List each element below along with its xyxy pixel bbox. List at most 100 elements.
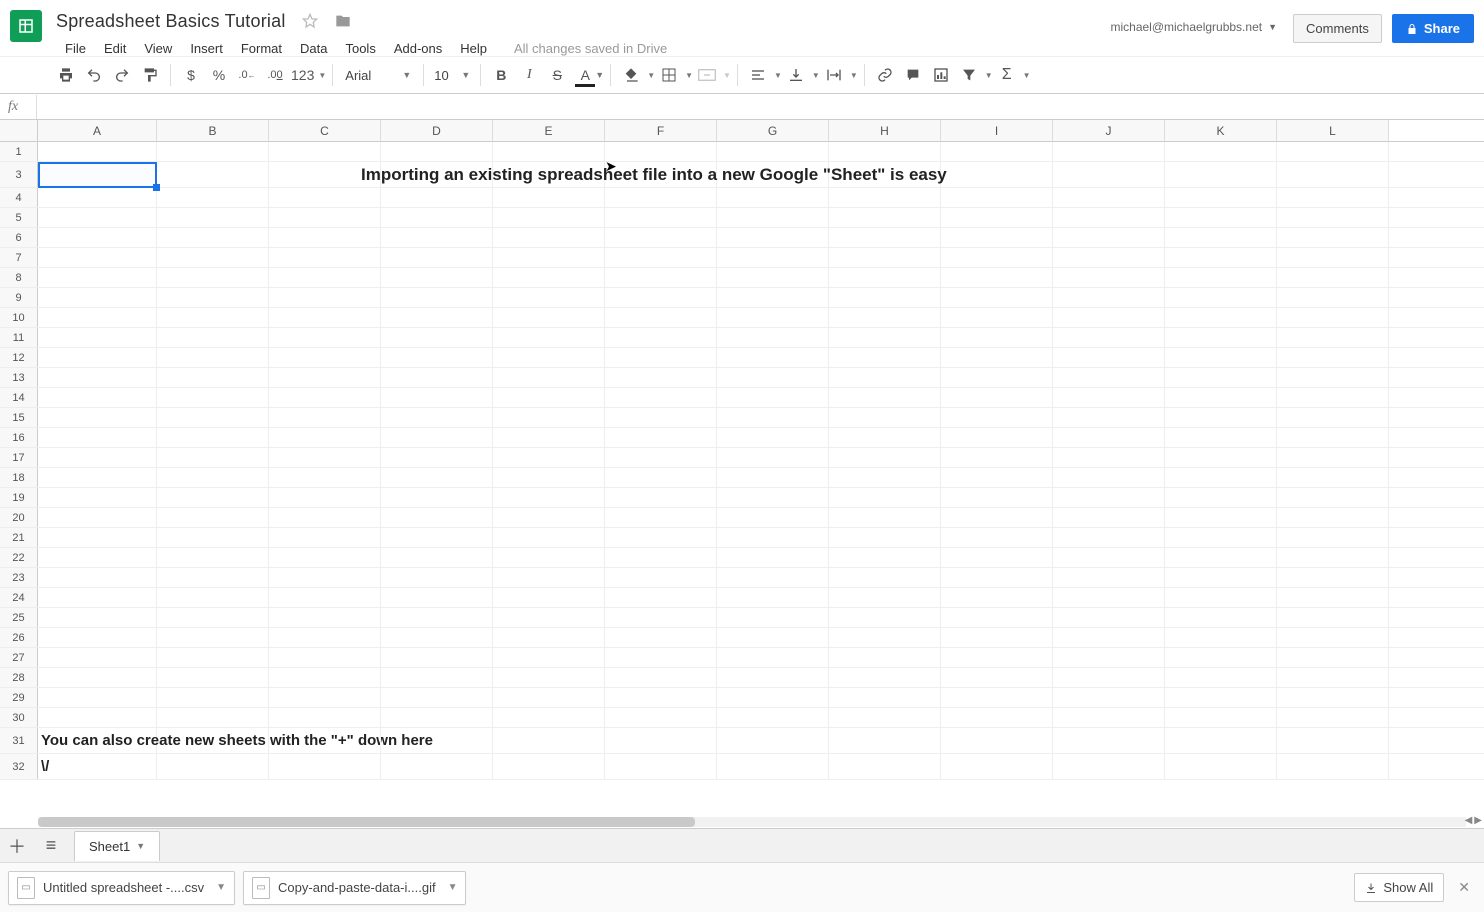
cell[interactable] [1165,408,1277,427]
row-header[interactable]: 15 [0,408,38,427]
column-header-E[interactable]: E [493,120,605,141]
cell[interactable] [381,328,493,347]
cell[interactable] [605,328,717,347]
cell[interactable] [381,728,493,753]
cell[interactable]: Importing an existing spreadsheet file i… [38,162,157,187]
row-header[interactable]: 28 [0,668,38,687]
cell[interactable] [829,228,941,247]
cell[interactable] [941,468,1053,487]
menu-insert[interactable]: Insert [181,41,232,56]
column-header-F[interactable]: F [605,120,717,141]
cell[interactable] [157,648,269,667]
cell[interactable] [1277,528,1389,547]
cell[interactable] [941,268,1053,287]
cell[interactable] [38,188,157,207]
cell[interactable] [381,288,493,307]
cell[interactable] [269,208,381,227]
cell[interactable] [381,388,493,407]
cell[interactable] [269,328,381,347]
cell[interactable] [269,508,381,527]
cell[interactable] [605,188,717,207]
download-chip-gif[interactable]: ▭ Copy-and-paste-data-i....gif ▼ [243,871,466,905]
cell[interactable] [269,568,381,587]
cell[interactable] [269,368,381,387]
cell[interactable] [829,588,941,607]
cell[interactable] [157,608,269,627]
cell[interactable] [1053,754,1165,779]
cell[interactable] [1165,608,1277,627]
cell[interactable] [941,628,1053,647]
row-header[interactable]: 30 [0,708,38,727]
cell[interactable] [1053,508,1165,527]
row-header[interactable]: 32 [0,754,38,779]
cell[interactable] [381,668,493,687]
cell[interactable] [493,428,605,447]
cell[interactable] [493,268,605,287]
cell[interactable] [1165,468,1277,487]
scroll-arrows[interactable]: ◀▶ [1465,815,1482,826]
cell[interactable] [1277,288,1389,307]
cell[interactable] [493,188,605,207]
row-header[interactable]: 21 [0,528,38,547]
cell[interactable] [717,368,829,387]
cell[interactable] [157,388,269,407]
cell[interactable] [493,308,605,327]
cell[interactable] [157,162,269,187]
cell[interactable] [269,268,381,287]
cell[interactable] [381,308,493,327]
cell[interactable] [38,528,157,547]
cell[interactable] [1165,268,1277,287]
cell[interactable] [717,754,829,779]
cell[interactable] [1053,228,1165,247]
cell[interactable] [381,408,493,427]
cell[interactable] [493,568,605,587]
cell[interactable] [605,728,717,753]
cell[interactable] [941,288,1053,307]
cell[interactable] [38,668,157,687]
vertical-align-button[interactable]: ▼ [782,61,820,89]
cell[interactable] [381,628,493,647]
show-all-downloads-button[interactable]: Show All [1354,873,1444,902]
cell[interactable] [493,528,605,547]
column-header-I[interactable]: I [941,120,1053,141]
cell[interactable] [269,142,381,161]
cell[interactable] [1277,648,1389,667]
cell[interactable] [1053,688,1165,707]
cell[interactable] [493,708,605,727]
cell[interactable] [941,608,1053,627]
fill-handle[interactable] [153,184,160,191]
menu-data[interactable]: Data [291,41,336,56]
cell[interactable] [1053,668,1165,687]
cell[interactable] [157,328,269,347]
cell[interactable] [493,608,605,627]
cell[interactable] [157,754,269,779]
cell[interactable] [717,528,829,547]
cell[interactable] [1053,608,1165,627]
row-header[interactable]: 3 [0,162,38,187]
text-color-button[interactable]: A [571,61,599,89]
all-sheets-button[interactable]: ≡ [34,829,68,863]
cell[interactable] [829,754,941,779]
cell[interactable] [717,428,829,447]
cell[interactable] [1053,288,1165,307]
font-name-dropdown[interactable]: Arial ▼ [339,68,417,83]
cell[interactable] [157,228,269,247]
cell[interactable] [1277,268,1389,287]
cell[interactable] [1053,208,1165,227]
cell[interactable] [1165,488,1277,507]
row-header[interactable]: 25 [0,608,38,627]
cell[interactable] [38,608,157,627]
cell[interactable] [1165,328,1277,347]
cell[interactable] [1053,728,1165,753]
cell[interactable] [605,428,717,447]
cell[interactable] [493,508,605,527]
cell[interactable] [941,588,1053,607]
cell[interactable] [605,468,717,487]
cell[interactable] [1053,468,1165,487]
cell[interactable] [605,142,717,161]
cell[interactable] [269,668,381,687]
cell[interactable] [38,308,157,327]
cell[interactable] [717,188,829,207]
chevron-down-icon[interactable]: ▼ [216,882,226,893]
cell[interactable] [717,328,829,347]
